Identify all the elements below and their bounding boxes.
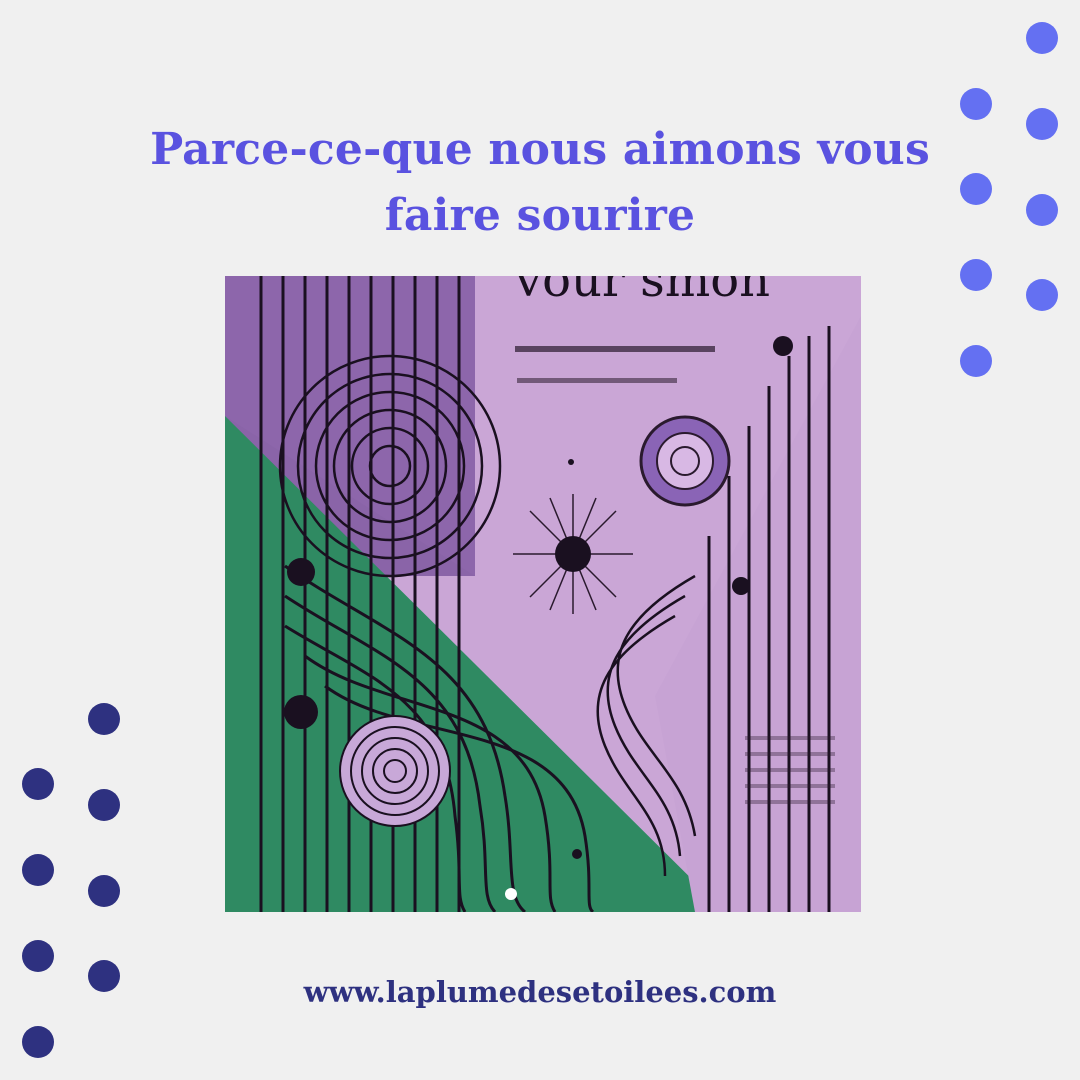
decorative-dot — [960, 88, 992, 120]
decorative-dot — [22, 1026, 54, 1058]
decorative-dot — [88, 789, 120, 821]
decorative-dot — [22, 940, 54, 972]
headline-line-1: Parce-ce-que nous aimons vous — [150, 124, 930, 176]
headline-line-2: faire sourire — [384, 190, 696, 242]
abstract-art-image: vour smon — [225, 276, 861, 912]
decorative-dot — [88, 703, 120, 735]
artwork-caption: vour smon — [514, 276, 770, 308]
decorative-dot — [960, 259, 992, 291]
headline: Parce-ce-que nous aimons vous faire sour… — [100, 117, 980, 249]
decorative-dot — [88, 875, 120, 907]
decorative-dot — [22, 854, 54, 886]
decorative-dot — [22, 768, 54, 800]
decorative-dot — [1026, 22, 1058, 54]
decorative-dot — [1026, 279, 1058, 311]
decorative-dot — [88, 960, 120, 992]
decorative-dot — [960, 345, 992, 377]
decorative-dot — [960, 173, 992, 205]
decorative-dot — [1026, 194, 1058, 226]
decorative-dot — [1026, 108, 1058, 140]
website-url[interactable]: www.laplumedesetoilees.com — [240, 970, 840, 1014]
